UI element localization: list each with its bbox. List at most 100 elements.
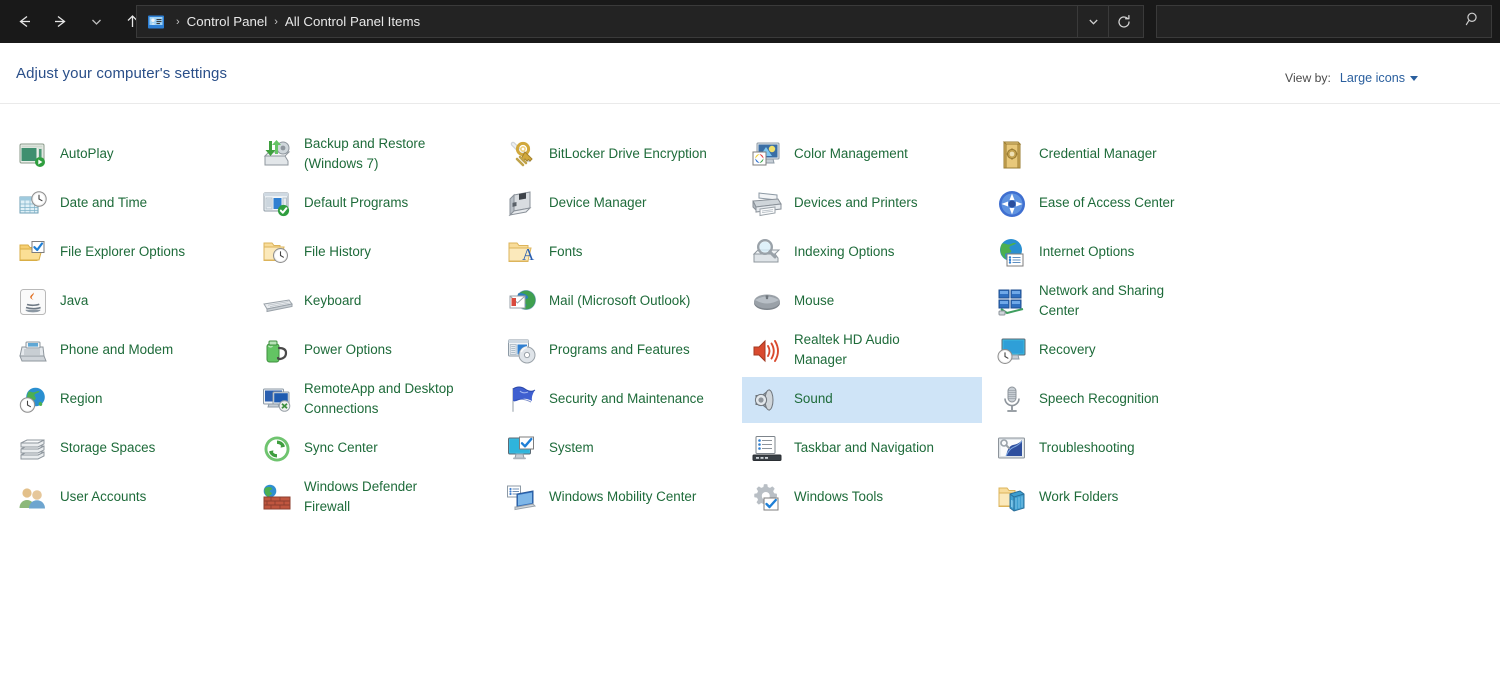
control-panel-items-grid: AutoPlay Date and Time File Explorer Optio… <box>0 104 1500 693</box>
realtek-hd-audio-icon <box>750 333 784 369</box>
control-panel-item[interactable]: Windows Mobility Center <box>497 475 738 521</box>
chevron-down-icon[interactable] <box>1410 76 1418 81</box>
control-panel-item-label: Keyboard <box>304 293 362 308</box>
control-panel-item[interactable]: Ease of Access Center <box>987 181 1228 227</box>
control-panel-item-label: BitLocker Drive Encryption <box>549 146 707 161</box>
control-panel-item-label: Devices and Printers <box>794 195 918 210</box>
search-input[interactable] <box>1167 13 1465 30</box>
control-panel-item[interactable]: Realtek HD Audio Manager <box>742 328 982 374</box>
control-panel-item[interactable]: A Fonts <box>497 230 738 276</box>
control-panel-item-label: Sound <box>794 391 833 406</box>
back-arrow-icon[interactable] <box>6 6 42 38</box>
control-panel-item[interactable]: Troubleshooting <box>987 426 1228 472</box>
control-panel-item[interactable]: Sound <box>742 377 982 423</box>
control-panel-item[interactable]: Phone and Modem <box>8 328 248 374</box>
control-panel-item[interactable]: Windows Tools <box>742 475 982 521</box>
control-panel-item[interactable]: RemoteApp and Desktop Connections <box>252 377 493 423</box>
control-panel-item-label: Taskbar and Navigation <box>794 440 934 455</box>
control-panel-item[interactable]: Power Options <box>252 328 493 374</box>
control-panel-item-label: File Explorer Options <box>60 244 186 259</box>
power-options-icon <box>260 333 294 369</box>
search-box[interactable] <box>1156 5 1492 38</box>
control-panel-item-label: File History <box>304 244 371 259</box>
breadcrumb-item-all-control-panel-items[interactable]: All Control Panel Items <box>285 14 420 29</box>
view-by-value[interactable]: Large icons <box>1340 71 1418 85</box>
system-icon <box>505 431 539 467</box>
control-panel-item[interactable]: Region <box>8 377 248 423</box>
control-panel-item[interactable]: Devices and Printers <box>742 181 982 227</box>
control-panel-item[interactable]: System <box>497 426 738 472</box>
control-panel-item-label: Color Management <box>794 146 908 161</box>
view-by-control[interactable]: View by: Large icons <box>1285 71 1418 85</box>
control-panel-item[interactable]: Work Folders <box>987 475 1228 521</box>
view-by-label: View by: <box>1285 71 1331 85</box>
control-panel-item[interactable]: Network and Sharing Center <box>987 279 1228 325</box>
region-icon <box>16 382 50 418</box>
view-by-value-text: Large icons <box>1339 71 1405 85</box>
control-panel-item[interactable]: Programs and Features <box>497 328 738 374</box>
control-panel-item-label: Windows Mobility Center <box>549 489 697 504</box>
recovery-icon <box>995 333 1029 369</box>
control-panel-item-label: Work Folders <box>1039 489 1119 504</box>
default-programs-icon <box>260 186 294 222</box>
control-panel-item[interactable]: File Explorer Options <box>8 230 248 276</box>
control-panel-item[interactable]: AutoPlay <box>8 132 248 178</box>
control-panel-item[interactable]: Windows Defender Firewall <box>252 475 493 521</box>
address-bar-actions <box>1077 6 1139 37</box>
control-panel-item[interactable]: Backup and Restore (Windows 7) <box>252 132 493 178</box>
recent-locations-chevron-down-icon[interactable] <box>78 6 114 38</box>
search-icon[interactable] <box>1465 11 1481 32</box>
java-icon <box>16 284 50 320</box>
troubleshooting-icon <box>995 431 1029 467</box>
control-panel-item[interactable]: Security and Maintenance <box>497 377 738 423</box>
control-panel-item[interactable]: Device Manager <box>497 181 738 227</box>
control-panel-item[interactable]: Default Programs <box>252 181 493 227</box>
control-panel-item[interactable]: Indexing Options <box>742 230 982 276</box>
mouse-icon <box>750 284 784 320</box>
control-panel-item[interactable]: Mail (Microsoft Outlook) <box>497 279 738 325</box>
control-panel-item-label: Indexing Options <box>794 244 895 259</box>
address-chevron-down-icon[interactable] <box>1078 6 1108 37</box>
bitlocker-icon <box>505 137 539 173</box>
control-panel-item[interactable]: Storage Spaces <box>8 426 248 472</box>
credential-manager-icon <box>995 137 1029 173</box>
control-panel-item-label: Fonts <box>549 244 583 259</box>
control-panel-item-label: Recovery <box>1039 342 1096 357</box>
control-panel-item[interactable]: Java <box>8 279 248 325</box>
control-panel-item[interactable]: Sync Center <box>252 426 493 472</box>
page-title: Adjust your computer's settings <box>16 65 228 82</box>
indexing-options-icon <box>750 235 784 271</box>
control-panel-item[interactable]: Color Management <box>742 132 982 178</box>
sync-center-icon <box>260 431 294 467</box>
control-panel-item[interactable]: Taskbar and Navigation <box>742 426 982 472</box>
address-bar[interactable]: › Control Panel › All Control Panel Item… <box>136 5 1144 38</box>
control-panel-item[interactable]: Credential Manager <box>987 132 1228 178</box>
windows-defender-firewall-icon <box>260 480 294 516</box>
breadcrumb-item-control-panel[interactable]: Control Panel <box>187 14 268 29</box>
control-panel-item-label: System <box>549 440 594 455</box>
control-panel-item[interactable]: Internet Options <box>987 230 1228 276</box>
control-panel-item[interactable]: Mouse <box>742 279 982 325</box>
control-panel-item-label: Mouse <box>794 293 835 308</box>
refresh-icon[interactable] <box>1109 6 1139 37</box>
control-panel-item-label: Realtek HD Audio Manager <box>794 332 900 367</box>
control-panel-item[interactable]: Speech Recognition <box>987 377 1228 423</box>
keyboard-icon <box>260 284 294 320</box>
control-panel-item[interactable]: Keyboard <box>252 279 493 325</box>
remoteapp-icon <box>260 382 294 418</box>
control-panel-item-label: Windows Tools <box>794 489 884 504</box>
control-panel-item-label: Programs and Features <box>549 342 690 357</box>
control-panel-item[interactable]: BitLocker Drive Encryption <box>497 132 738 178</box>
forward-arrow-icon[interactable] <box>42 6 78 38</box>
control-panel-item[interactable]: File History <box>252 230 493 276</box>
storage-spaces-icon <box>16 431 50 467</box>
speech-recognition-icon <box>995 382 1029 418</box>
control-panel-item[interactable]: Date and Time <box>8 181 248 227</box>
control-panel-item-label: Security and Maintenance <box>549 391 704 406</box>
fonts-icon: A <box>505 235 539 271</box>
control-panel-item-label: Speech Recognition <box>1039 391 1159 406</box>
svg-text:A: A <box>522 245 535 264</box>
control-panel-item-label: Region <box>60 391 103 406</box>
control-panel-item[interactable]: Recovery <box>987 328 1228 374</box>
control-panel-item[interactable]: User Accounts <box>8 475 248 521</box>
